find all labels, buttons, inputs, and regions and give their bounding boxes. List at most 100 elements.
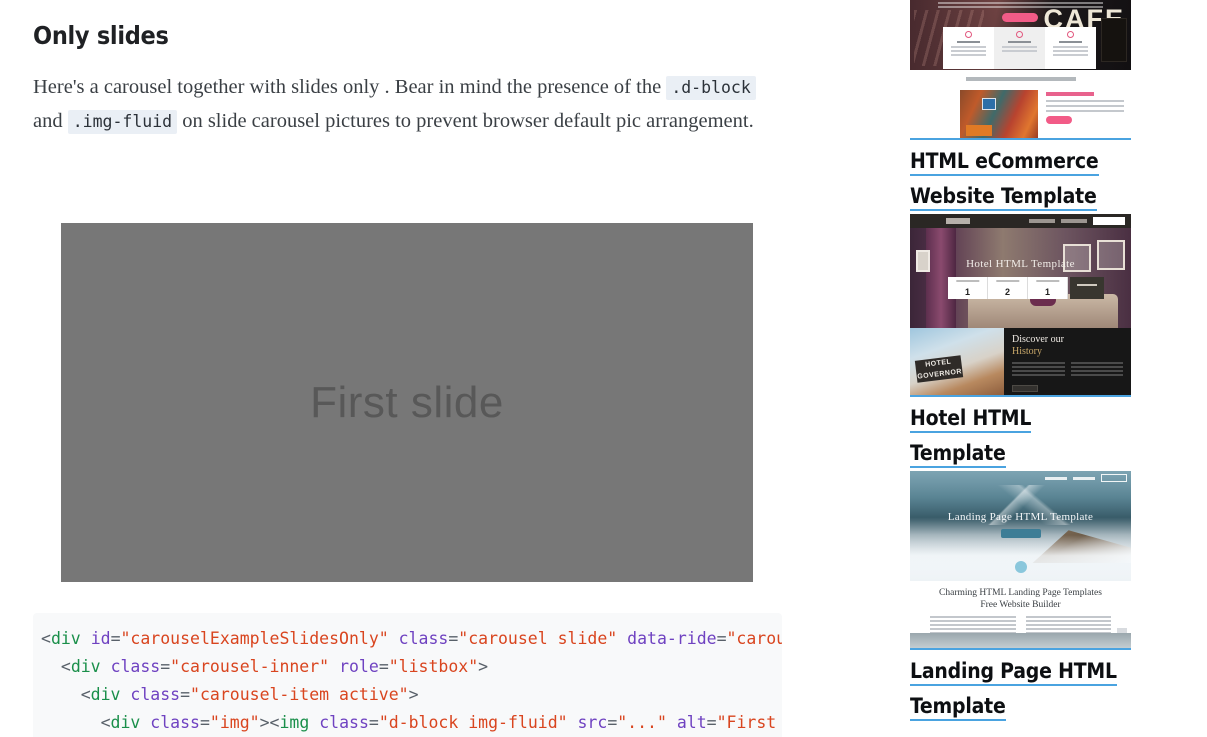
code-token-punc (140, 713, 150, 732)
code-token-punc: > (478, 657, 489, 676)
decor-heading-bar (1046, 92, 1095, 96)
description-text-part-1: Here's a carousel together with slides o… (33, 76, 667, 98)
code-token-punc: < (41, 685, 91, 704)
decor-body-line2: Free Website Builder (980, 600, 1061, 610)
code-token-punc (667, 713, 677, 732)
thumbnail-landing-page[interactable]: Landing Page HTML Template Charming HTML… (910, 471, 1131, 650)
decor-field-label (995, 280, 1020, 282)
decor-line (1070, 362, 1123, 364)
code-token-attr: data-ride (627, 629, 717, 648)
code-token-str: "carousel" (726, 629, 783, 648)
decor-line (1025, 628, 1111, 630)
thumbnail-ecommerce[interactable]: CAFE (910, 0, 1131, 140)
code-token-str: "carousel slide" (458, 629, 618, 648)
gift-icon (965, 31, 972, 38)
code-token-str: "..." (617, 713, 667, 732)
thumb-hero-title: Landing Page HTML Template (947, 511, 1094, 523)
decor-line (930, 628, 1016, 630)
sidebar-link-ecommerce-line2: Website Template (910, 184, 1097, 211)
decor-line (930, 620, 1016, 622)
carousel-slide-first[interactable]: First slide (61, 223, 753, 582)
code-snippet-text: <div id="carouselExampleSlidesOnly" clas… (41, 625, 782, 737)
code-token-punc (568, 713, 578, 732)
thumbnail-hotel[interactable]: Hotel HTML Template 1 2 1 HOTEL GOVERNOR (910, 214, 1131, 397)
decor-line (1025, 620, 1111, 622)
decor-interior-photo (960, 90, 1038, 138)
decor-hotel-sign: HOTEL GOVERNOR (914, 355, 964, 383)
code-token-str: "First slide" (716, 713, 777, 732)
code-token-tag: div (110, 713, 141, 732)
decor-history-columns (1012, 362, 1123, 378)
decor-card-line (1052, 50, 1089, 52)
decor-card-line (1001, 46, 1038, 48)
code-token-punc (309, 713, 319, 732)
sidebar-link-ecommerce[interactable]: HTML eCommerce Website Template (910, 140, 1132, 214)
decor-history-panel: Discover our History (1004, 328, 1131, 395)
decor-table (966, 125, 992, 136)
decor-body-line1: Charming HTML Landing Page Templates (939, 588, 1102, 598)
sidebar: CAFE HTML eCommerce Website Template Hot… (910, 0, 1132, 737)
code-token-punc (617, 629, 627, 648)
decor-field-label (1035, 280, 1060, 282)
code-token-punc (329, 657, 339, 676)
decor-card-line (1001, 50, 1038, 52)
sidebar-link-landing-page[interactable]: Landing Page HTML Template (910, 650, 1132, 724)
decor-nav-item (1061, 219, 1087, 223)
sidebar-item-ecommerce[interactable]: CAFE HTML eCommerce Website Template (910, 0, 1132, 214)
decor-line (1046, 105, 1124, 107)
decor-nav-item (1073, 476, 1095, 480)
decor-feature-cards (943, 27, 1096, 69)
code-token-punc: = (199, 713, 210, 732)
code-token-attr: class (130, 685, 181, 704)
decor-history-line2: History (1012, 346, 1042, 357)
code-token-punc: = (607, 713, 618, 732)
code-token-punc (120, 685, 130, 704)
decor-line (930, 624, 1016, 626)
page-title: Only slides (33, 21, 169, 50)
decor-lower-section: HOTEL GOVERNOR Discover our History (910, 328, 1131, 395)
decor-line (1012, 374, 1065, 376)
code-token-punc: > (408, 685, 419, 704)
code-token-punc: = (110, 629, 121, 648)
decor-thumb-navbar (910, 214, 1131, 228)
decor-line (1025, 616, 1111, 618)
decor-nav-item (1045, 476, 1067, 480)
decor-line (930, 616, 1016, 618)
code-token-punc: < (41, 713, 111, 732)
decor-history-line1: Discover our (1012, 334, 1064, 345)
clock-icon (1016, 31, 1023, 38)
sidebar-link-hotel[interactable]: Hotel HTML Template (910, 397, 1132, 471)
decor-hero-button (1000, 529, 1041, 538)
decor-line (1012, 362, 1065, 364)
code-token-str: "listbox" (388, 657, 479, 676)
section-description: Here's a carousel together with slides o… (33, 71, 778, 138)
code-token-punc: = (180, 685, 191, 704)
carousel[interactable]: First slide (61, 223, 753, 582)
code-token-str: "img" (209, 713, 260, 732)
code-snippet-block[interactable]: <div id="carouselExampleSlidesOnly" clas… (33, 613, 782, 737)
decor-line (1070, 374, 1123, 376)
code-token-tag: div (50, 629, 81, 648)
decor-card-title (1059, 41, 1082, 43)
decor-line (1046, 110, 1124, 112)
decor-snow-field (910, 535, 1131, 581)
sidebar-item-hotel[interactable]: Hotel HTML Template 1 2 1 HOTEL GOVERNOR (910, 214, 1132, 471)
code-token-punc: = (706, 713, 717, 732)
sidebar-link-landing-page-line2: Template (910, 694, 1006, 721)
code-token-punc: = (716, 629, 727, 648)
page-root: Only slides Here's a carousel together w… (0, 0, 1207, 737)
code-token-punc (81, 629, 91, 648)
decor-line (1025, 624, 1111, 626)
coffee-icon (1067, 31, 1074, 38)
decor-card-line (950, 54, 987, 56)
decor-booking-field: 2 (988, 277, 1028, 299)
sidebar-item-landing-page[interactable]: Landing Page HTML Template Charming HTML… (910, 471, 1132, 724)
code-token-tag: div (90, 685, 121, 704)
decor-line (1070, 370, 1123, 372)
decor-col (1070, 362, 1123, 378)
decor-nav-button (1101, 474, 1127, 482)
code-token-punc: = (160, 657, 171, 676)
decor-booking-widget: 1 2 1 (948, 277, 1068, 299)
thumb-hero-title: Hotel HTML Template (966, 258, 1075, 270)
decor-hero-button (1002, 13, 1038, 22)
